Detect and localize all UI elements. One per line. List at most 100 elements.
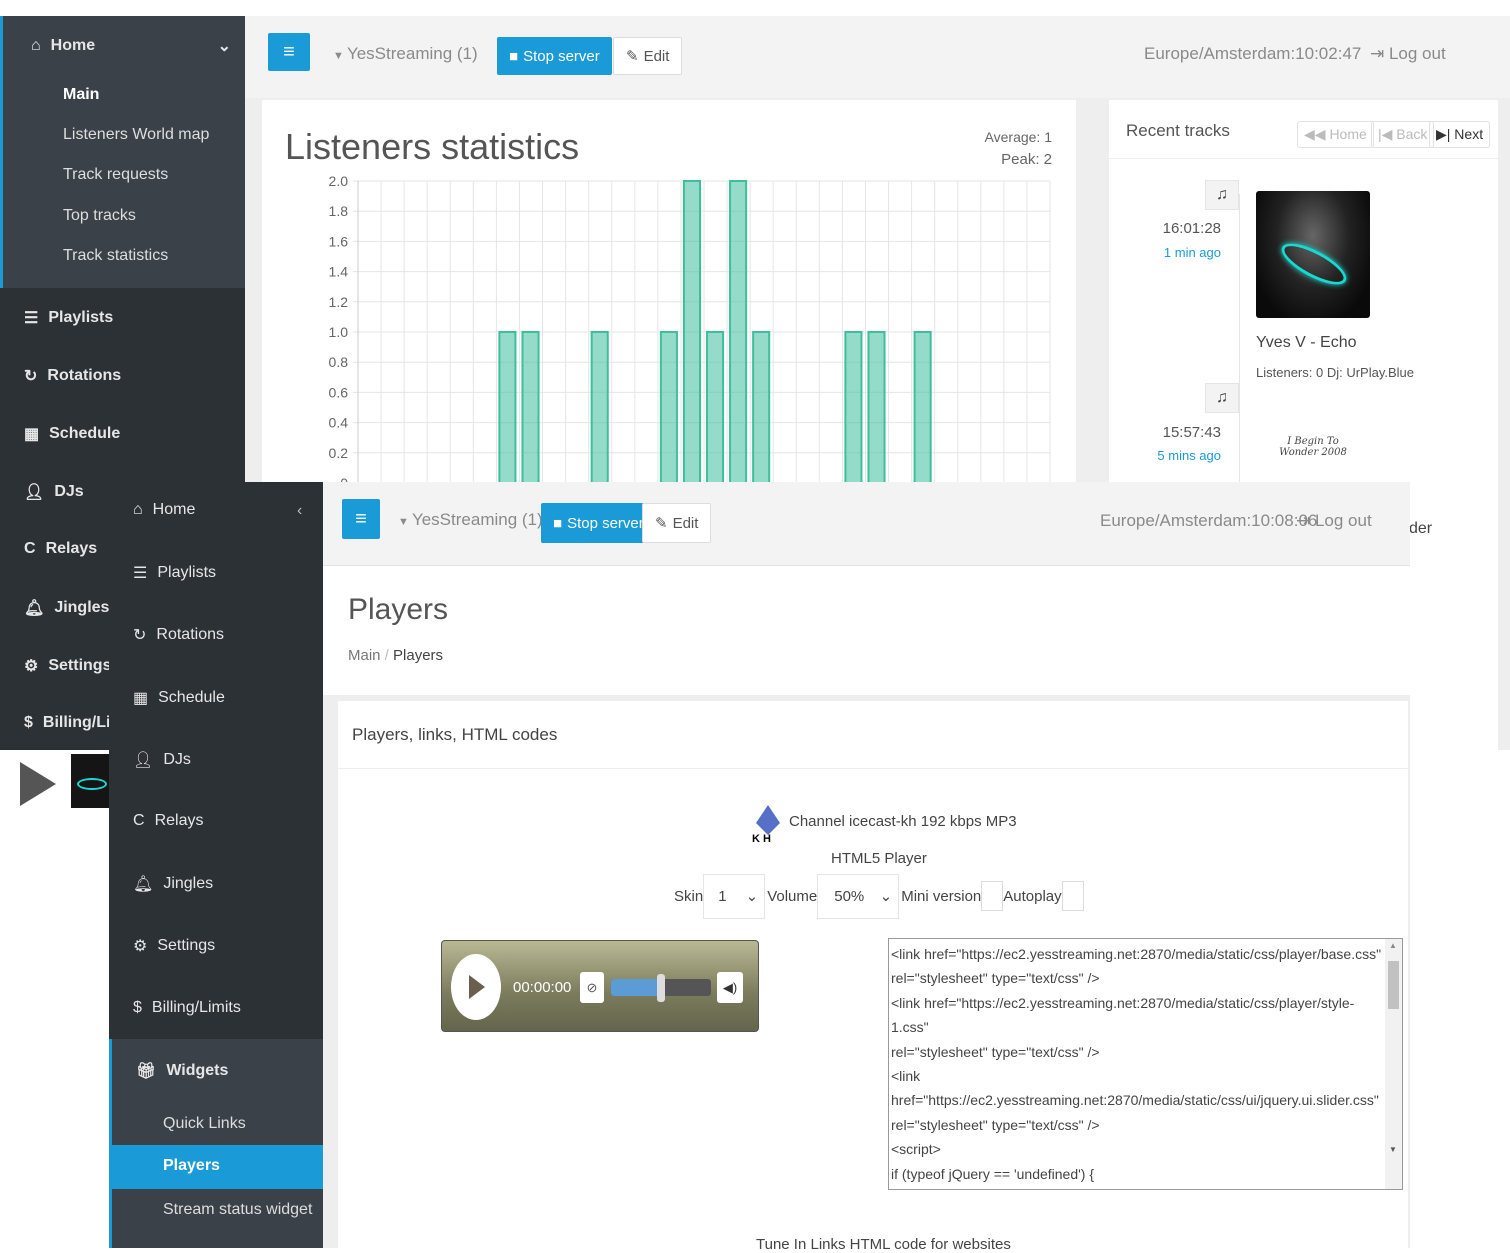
- listeners-stats-panel: Listeners statistics Average: 1 Peak: 2 …: [262, 100, 1076, 482]
- sidebar-item-relays[interactable]: C Relays: [133, 812, 203, 830]
- volume-max-button[interactable]: ◀): [717, 972, 743, 1003]
- listeners-chart: 2.0 1.8 1.6 1.4 1.2 1.0 0.8 0.6 0.4 0.2 0: [329, 173, 1051, 482]
- breadcrumb: Main / Players: [348, 647, 444, 664]
- page-title: Players: [348, 593, 449, 626]
- bar: [913, 331, 932, 482]
- sidebar-item-billing-limits[interactable]: $ Billing/Limits: [133, 999, 241, 1017]
- sidebar-item-jingles[interactable]: 🔔︎ Jingles: [133, 874, 213, 894]
- sidebar-item-jingles[interactable]: 🔔︎ Jingles: [24, 598, 109, 618]
- player-time: 00:00:00: [513, 979, 572, 996]
- calendar-icon: ▦: [24, 426, 40, 443]
- divider: [338, 768, 1408, 769]
- gears-icon: ⚙: [133, 938, 148, 956]
- mini-version-checkbox[interactable]: [981, 881, 1004, 911]
- volume-select[interactable]: 50% ⌄: [817, 873, 900, 919]
- recent-back-button[interactable]: |◀ Back: [1371, 121, 1435, 148]
- content-area: Players, links, HTML codes K H Channel i…: [323, 695, 1410, 1253]
- sidebar-sub-top-tracks[interactable]: Top tracks: [63, 207, 136, 225]
- sidebar-item-settings[interactable]: ⚙ Settings: [133, 936, 215, 956]
- volume-slider-handle[interactable]: [657, 974, 665, 1002]
- sidebar-sub-track-statistics[interactable]: Track statistics: [63, 247, 168, 265]
- server-dropdown[interactable]: ▼ YesStreaming (1): [333, 44, 478, 64]
- bar: [659, 331, 678, 482]
- sidebar-item-playlists[interactable]: ☰ Playlists: [24, 308, 113, 328]
- hamburger-icon: ≡: [355, 507, 367, 530]
- sidebar-item-relays[interactable]: C Relays: [24, 540, 97, 558]
- channel-logo-icon: K H: [752, 801, 786, 845]
- track-ago: 5 mins ago: [1157, 448, 1221, 463]
- stop-server-button[interactable]: ■ Stop server: [541, 503, 656, 543]
- y-tick-label: 0.8: [329, 354, 349, 370]
- sidebar-sub-world-map[interactable]: Listeners World map: [63, 126, 209, 144]
- play-button[interactable]: [451, 954, 501, 1020]
- sidebar-item-settings[interactable]: ⚙ Settings: [24, 656, 111, 676]
- channel-name: Channel icecast-kh 192 kbps MP3: [789, 813, 1017, 830]
- hamburger-icon: ≡: [283, 40, 295, 63]
- logout-icon: ⇥: [1296, 511, 1315, 530]
- panel-title: Players, links, HTML codes: [352, 725, 558, 744]
- recent-tracks-title: Recent tracks: [1126, 121, 1230, 140]
- sidebar-sub-quick-links[interactable]: Quick Links: [163, 1115, 246, 1133]
- page-header: Players Main / Players: [323, 567, 1410, 695]
- mute-button[interactable]: ⊘: [580, 972, 604, 1003]
- y-tick-label: 0.4: [329, 415, 349, 431]
- edit-button[interactable]: ✎ Edit: [613, 37, 683, 75]
- sidebar-item-widgets[interactable]: 🎁︎ Widgets: [136, 1061, 228, 1081]
- front-sidebar: ⌂ Home ☰ Playlists ↻ Rotations ▦ Schedule 👤︎ DJs C…: [109, 482, 323, 1248]
- bar: [590, 331, 609, 482]
- sidebar-item-home[interactable]: ⌂ Home ⌄: [31, 36, 231, 56]
- sidebar-sub-players[interactable]: Players: [112, 1145, 323, 1189]
- y-tick-label: 0.6: [329, 384, 349, 400]
- sidebar-item-djs[interactable]: 👤︎ DJs: [24, 482, 84, 502]
- album-art: [1256, 191, 1370, 318]
- skin-label: Skin: [674, 887, 704, 905]
- y-tick-label: 1.4: [329, 264, 349, 280]
- back-topbar: ≡ ▼ YesStreaming (1) ■ Stop server ✎ Edit …: [245, 16, 1510, 98]
- autoplay-checkbox[interactable]: [1061, 881, 1084, 911]
- dollar-icon: $: [24, 714, 33, 731]
- y-tick-label: 0.2: [329, 445, 349, 461]
- track-meta: Listeners: 0 Dj: UrPlay.Blue: [1256, 365, 1414, 380]
- sidebar-sub-main[interactable]: Main: [63, 86, 99, 104]
- list-icon: ☰: [24, 310, 39, 327]
- tunein-heading: Tune In Links HTML code for websites: [756, 1236, 1011, 1253]
- recent-home-button[interactable]: ◀◀ Home: [1297, 121, 1374, 148]
- logout-link[interactable]: ⇥ Log out: [1296, 511, 1372, 531]
- breadcrumb-main[interactable]: Main: [348, 647, 381, 664]
- embed-code-textarea[interactable]: <link href="https://ec2.yesstreaming.net…: [888, 938, 1403, 1190]
- sidebar-item-schedule[interactable]: ▦ Schedule: [133, 688, 225, 708]
- front-collapse-icon[interactable]: ‹: [297, 502, 302, 520]
- sidebar-item-rotations[interactable]: ↻ Rotations: [24, 366, 121, 386]
- play-icon[interactable]: [20, 762, 56, 806]
- y-tick-label: 0: [340, 475, 348, 482]
- server-dropdown[interactable]: ▼ YesStreaming (1): [398, 510, 543, 530]
- sidebar-sub-stream-status[interactable]: Stream status widget: [163, 1201, 312, 1219]
- html5-player: 00:00:00 ⊘ ◀): [441, 940, 759, 1032]
- menu-toggle-button[interactable]: ≡: [268, 33, 310, 71]
- bar: [867, 331, 886, 482]
- sidebar-item-rotations[interactable]: ↻ Rotations: [133, 625, 224, 645]
- sidebar-item-playlists[interactable]: ☰ Playlists: [133, 563, 216, 583]
- sidebar-item-djs[interactable]: 👤︎ DJs: [133, 750, 191, 770]
- mute-icon: ⊘: [586, 980, 598, 995]
- home-submenu: ⌂ Home ⌄ Main Listeners World map Track re…: [0, 16, 245, 288]
- sidebar-sub-track-requests[interactable]: Track requests: [63, 166, 168, 184]
- volume-icon: ◀): [722, 980, 738, 995]
- front-topbar: ≡ ▼ YesStreaming (1) ■ Stop server ✎ Edit …: [323, 482, 1410, 566]
- album-art: I Begin To Wonder 2008: [1279, 436, 1347, 458]
- skin-select[interactable]: 1 ⌄: [703, 873, 766, 919]
- y-tick-label: 1.8: [329, 203, 349, 219]
- scrollbar[interactable]: ▲ ▼: [1385, 939, 1402, 1189]
- widgets-submenu: 🎁︎ Widgets Quick Links Players Stream sta…: [109, 1039, 323, 1248]
- caret-down-icon: ▼: [333, 50, 347, 62]
- recent-next-button[interactable]: ▶| Next: [1429, 121, 1491, 148]
- edit-button[interactable]: ✎ Edit: [642, 503, 712, 543]
- track-ago: 1 min ago: [1163, 245, 1221, 260]
- relay-icon: C: [24, 540, 36, 557]
- sidebar-item-home[interactable]: ⌂ Home: [133, 501, 195, 519]
- menu-toggle-button[interactable]: ≡: [342, 499, 380, 539]
- stop-server-button[interactable]: ■ Stop server: [497, 37, 612, 75]
- logout-link[interactable]: ⇥ Log out: [1370, 44, 1446, 64]
- sidebar-item-schedule[interactable]: ▦ Schedule: [24, 424, 120, 444]
- sidebar-item-billing-li[interactable]: $ Billing/Li: [24, 714, 110, 732]
